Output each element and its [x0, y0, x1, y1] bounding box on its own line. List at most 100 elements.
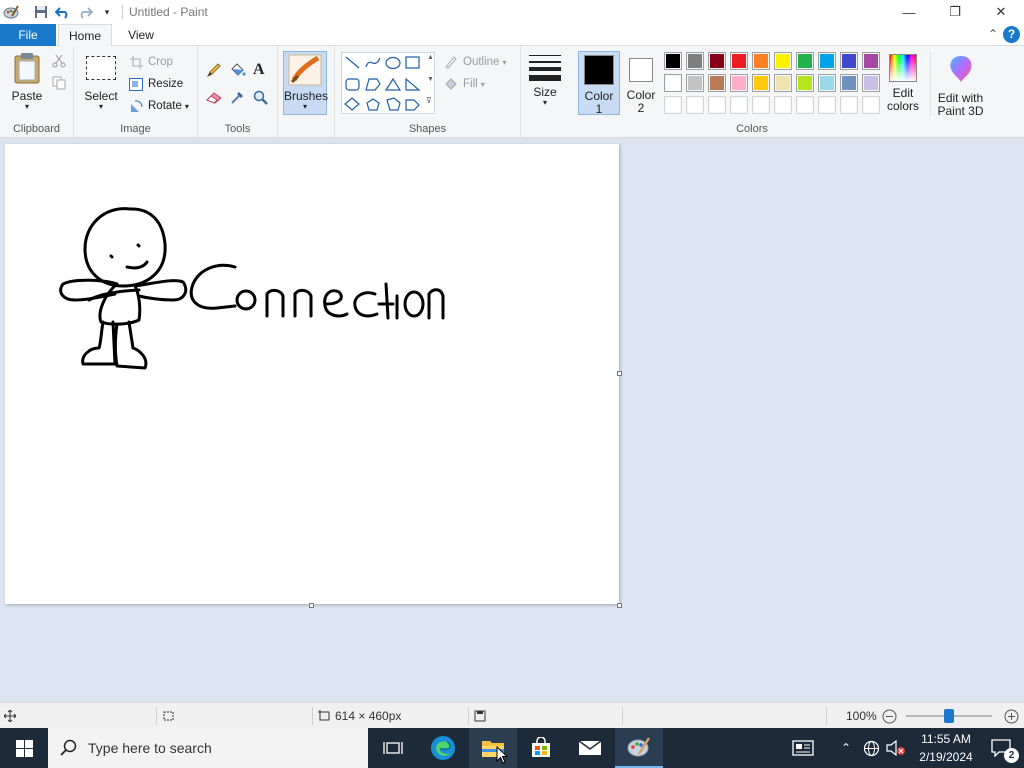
palette-color-swatch[interactable]	[686, 52, 704, 70]
palette-color-swatch[interactable]	[708, 96, 726, 114]
canvas-workspace	[0, 139, 1024, 702]
volume-muted-icon[interactable]	[884, 728, 908, 768]
palette-color-swatch[interactable]	[840, 52, 858, 70]
size-button[interactable]: Size ▾	[525, 52, 565, 116]
collapse-ribbon-icon[interactable]: ⌃	[988, 27, 998, 41]
zoom-out-button[interactable]	[882, 703, 897, 729]
save-icon[interactable]	[30, 1, 52, 23]
show-hidden-icons-chevron-icon[interactable]: ⌃	[836, 728, 856, 768]
palette-color-swatch[interactable]	[818, 96, 836, 114]
shapes-scroll-down-icon[interactable]: ▼	[427, 76, 434, 83]
palette-color-swatch[interactable]	[730, 96, 748, 114]
select-button[interactable]: Select ▾	[82, 56, 120, 111]
palette-color-swatch[interactable]	[862, 52, 880, 70]
magnifier-icon[interactable]	[253, 90, 269, 109]
shapes-gallery[interactable]	[341, 52, 435, 114]
help-button[interactable]: ?	[1003, 26, 1020, 43]
network-icon[interactable]	[860, 728, 882, 768]
store-taskbar-button[interactable]	[517, 728, 565, 768]
palette-color-swatch[interactable]	[774, 96, 792, 114]
tab-file[interactable]: File	[0, 24, 56, 46]
brushes-button[interactable]: Brushes ▾	[283, 51, 328, 115]
maximize-button[interactable]: ❐	[932, 0, 978, 24]
pencil-icon[interactable]	[206, 62, 222, 81]
palette-color-swatch[interactable]	[730, 74, 748, 92]
outline-button[interactable]: Outline ▾	[443, 54, 506, 70]
palette-color-swatch[interactable]	[862, 96, 880, 114]
canvas-resize-handle-corner[interactable]	[617, 603, 622, 608]
palette-color-swatch[interactable]	[664, 96, 682, 114]
palette-color-swatch[interactable]	[862, 74, 880, 92]
action-center-button[interactable]: 2	[978, 728, 1024, 768]
mail-taskbar-button[interactable]	[566, 728, 614, 768]
eraser-icon[interactable]	[206, 90, 223, 107]
canvas-resize-handle-bottom[interactable]	[309, 603, 314, 608]
close-button[interactable]: ✕	[978, 0, 1024, 24]
palette-color-swatch[interactable]	[840, 96, 858, 114]
edit-with-paint3d-button[interactable]: Edit with Paint 3D	[930, 52, 990, 117]
palette-color-swatch[interactable]	[840, 74, 858, 92]
palette-color-swatch[interactable]	[708, 52, 726, 70]
palette-color-swatch[interactable]	[730, 52, 748, 70]
handwritten-connection-text	[189, 263, 445, 320]
tab-home[interactable]: Home	[58, 24, 112, 47]
paint-app-icon[interactable]	[0, 1, 22, 23]
news-widget-button[interactable]	[784, 728, 822, 768]
cut-icon[interactable]	[52, 54, 66, 71]
palette-color-swatch[interactable]	[686, 74, 704, 92]
select-dropdown-icon[interactable]: ▾	[82, 103, 120, 111]
brushes-dropdown-icon[interactable]: ▾	[284, 103, 326, 111]
fill-bucket-icon[interactable]	[229, 62, 246, 81]
taskbar-search-box[interactable]: Type here to search	[48, 728, 368, 768]
paste-dropdown-icon[interactable]: ▾	[8, 103, 46, 111]
text-tool-icon[interactable]: A	[253, 61, 265, 79]
color-picker-icon[interactable]	[230, 89, 246, 108]
zoom-slider-thumb[interactable]	[944, 709, 954, 723]
rotate-dropdown-icon[interactable]: ▾	[185, 102, 189, 111]
palette-color-swatch[interactable]	[708, 74, 726, 92]
palette-color-swatch[interactable]	[796, 96, 814, 114]
edit-colors-button[interactable]: Edit colors	[880, 52, 926, 116]
paste-button[interactable]: Paste ▾	[8, 52, 46, 111]
drawing-canvas[interactable]	[5, 144, 619, 604]
task-view-button[interactable]	[370, 728, 416, 768]
palette-color-swatch[interactable]	[796, 74, 814, 92]
palette-color-swatch[interactable]	[664, 52, 682, 70]
palette-color-swatch[interactable]	[664, 74, 682, 92]
color2-button[interactable]: Color 2	[620, 51, 662, 115]
tab-view[interactable]: View	[116, 24, 166, 46]
size-dropdown-icon[interactable]: ▾	[525, 99, 565, 107]
system-clock[interactable]: 11:55 AM 2/19/2024	[914, 730, 978, 766]
palette-color-swatch[interactable]	[796, 52, 814, 70]
palette-color-swatch[interactable]	[752, 74, 770, 92]
customize-toolbar-chevron-icon[interactable]: ▾	[96, 1, 118, 23]
color1-button[interactable]: Color 1	[578, 51, 620, 115]
shapes-gallery-icons	[344, 56, 421, 111]
file-explorer-taskbar-button[interactable]	[469, 728, 517, 768]
minimize-button[interactable]: —	[886, 0, 932, 24]
edge-taskbar-button[interactable]	[419, 728, 467, 768]
image-size-indicator: 614 × 460px	[318, 703, 401, 729]
shapes-expand-icon[interactable]: ⊽	[426, 96, 432, 105]
rotate-button[interactable]: Rotate ▾	[128, 98, 189, 114]
crop-button[interactable]: Crop	[128, 54, 173, 70]
palette-color-swatch[interactable]	[774, 52, 792, 70]
palette-color-swatch[interactable]	[818, 52, 836, 70]
palette-color-swatch[interactable]	[752, 96, 770, 114]
redo-icon[interactable]	[74, 1, 96, 23]
file-size-icon	[474, 703, 486, 729]
paint-taskbar-button[interactable]	[615, 728, 663, 768]
palette-color-swatch[interactable]	[752, 52, 770, 70]
shapes-scroll-up-icon[interactable]: ▲	[427, 54, 434, 61]
start-button[interactable]	[0, 728, 48, 768]
palette-color-swatch[interactable]	[686, 96, 704, 114]
edge-icon	[431, 736, 455, 760]
canvas-resize-handle-right[interactable]	[617, 371, 622, 376]
fill-button[interactable]: Fill ▾	[443, 76, 485, 92]
undo-icon[interactable]	[52, 1, 74, 23]
zoom-in-button[interactable]	[1004, 703, 1019, 729]
palette-color-swatch[interactable]	[774, 74, 792, 92]
copy-icon[interactable]	[52, 76, 66, 93]
resize-button[interactable]: Resize	[128, 76, 183, 92]
palette-color-swatch[interactable]	[818, 74, 836, 92]
